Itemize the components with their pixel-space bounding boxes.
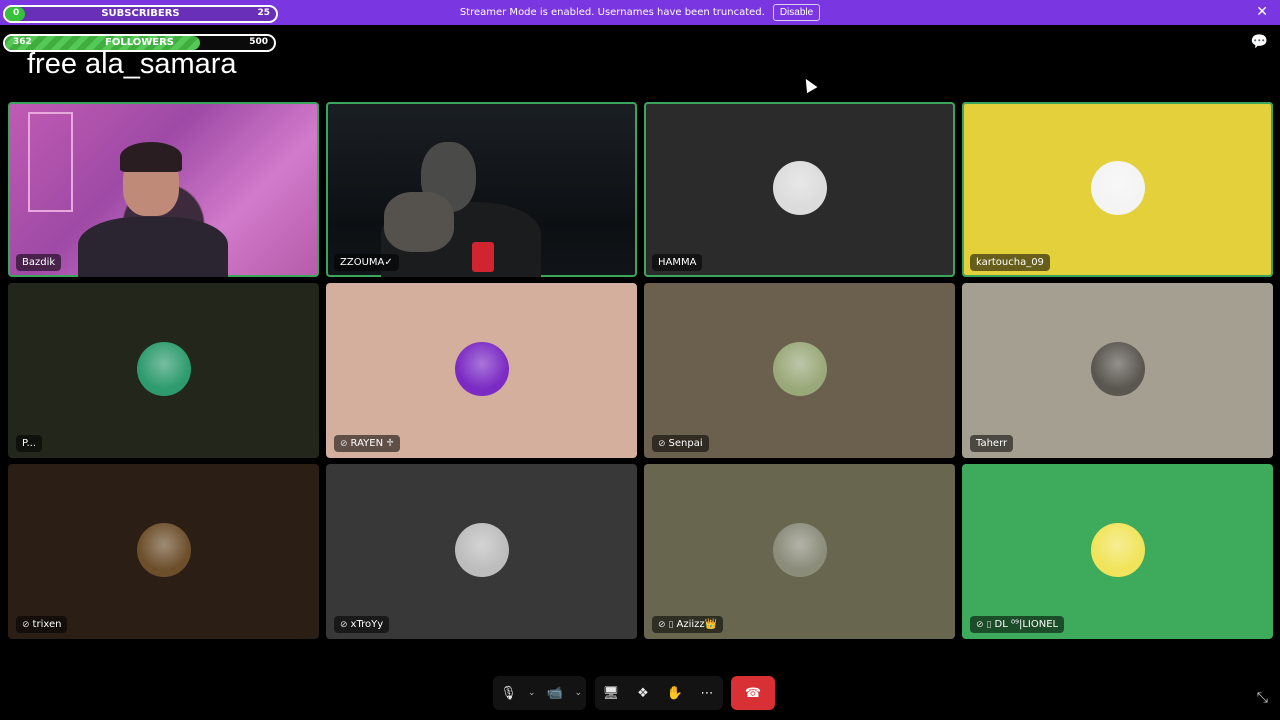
screen-share-icon[interactable]: 🖥 xyxy=(595,676,627,710)
participant-grid: Bazdik ZZOUMA✓ HAMMA kartoucha_09 P... ⊘ RAY… xyxy=(8,102,1274,639)
subscribers-label: SUBSCRIBERS xyxy=(101,8,180,19)
avatar xyxy=(454,341,509,396)
participant-name: Senpai xyxy=(668,438,703,449)
chat-icon[interactable]: 💬 xyxy=(1251,34,1268,50)
participant-name-tag: ⊘ trixen xyxy=(16,616,68,633)
participant-tile-zzouma[interactable]: ZZOUMA✓ xyxy=(326,102,637,277)
participant-tile[interactable]: Taherr xyxy=(962,283,1273,458)
participant-name: ZZOUMA✓ xyxy=(334,254,399,271)
person-hair xyxy=(120,142,182,172)
soundboard-icon[interactable]: ✋ xyxy=(659,676,691,710)
participant-tile[interactable]: ⊘ xTroYy xyxy=(326,464,637,639)
participant-tile[interactable]: P... xyxy=(8,283,319,458)
participant-tile[interactable]: kartoucha_09 xyxy=(962,102,1273,277)
muted-icon: ⊘ xyxy=(340,439,348,449)
participant-name: Bazdik xyxy=(16,254,62,271)
participant-name: kartoucha_09 xyxy=(976,257,1044,268)
participant-name: trixen xyxy=(32,619,62,630)
mouse-cursor-icon xyxy=(800,75,818,94)
phone-hangup-icon: ☎ xyxy=(744,685,762,701)
participant-name-tag: ⊘ ▯ Aziizz👑 xyxy=(652,616,724,633)
close-icon[interactable]: ✕ xyxy=(1256,4,1268,20)
avatar xyxy=(1090,522,1145,577)
more-options-icon[interactable]: ⋯ xyxy=(691,676,723,710)
participant-name-tag: ⊘ xTroYy xyxy=(334,616,390,633)
subscribers-goal-bar: 0 SUBSCRIBERS 25 xyxy=(3,5,278,23)
participant-tile[interactable]: ⊘ ▯ Aziizz👑 xyxy=(644,464,955,639)
activities-icon[interactable]: ❖ xyxy=(627,676,659,710)
participant-name-tag: HAMMA xyxy=(652,254,703,271)
followers-goal: 500 xyxy=(249,37,268,47)
muted-icon: ⊘ xyxy=(658,620,666,630)
participant-name: Aziizz👑 xyxy=(676,619,718,630)
participant-name: HAMMA xyxy=(658,257,697,268)
participant-name: Taherr xyxy=(976,438,1008,449)
followers-label: FOLLOWERS xyxy=(105,37,174,48)
person-body xyxy=(78,217,228,277)
muted-icon: ⊘ xyxy=(658,439,666,449)
voice-controls-group: 🎙 ⌄ 📹 ⌄ xyxy=(493,676,586,710)
stream-title-text: free ala_samara xyxy=(27,48,237,80)
avatar xyxy=(772,522,827,577)
end-call-button[interactable]: ☎ xyxy=(731,676,775,710)
mic-options-chevron-icon[interactable]: ⌄ xyxy=(524,676,540,710)
camera-options-chevron-icon[interactable]: ⌄ xyxy=(571,676,587,710)
muted-icon: ⊘ xyxy=(22,620,30,630)
participant-name-tag: ⊘ Senpai xyxy=(652,435,709,452)
participant-name: DL ⁰⁹|LIONEL xyxy=(994,619,1059,630)
participant-tile[interactable]: ⊘ Senpai xyxy=(644,283,955,458)
participant-name-tag: P... xyxy=(16,435,43,452)
participant-name: P... xyxy=(22,438,37,449)
avatar xyxy=(772,341,827,396)
participant-tile[interactable]: ⊘ RAYEN ♱ xyxy=(326,283,637,458)
streamer-mode-message: Streamer Mode is enabled. Usernames have… xyxy=(459,7,765,18)
avatar xyxy=(772,160,827,215)
participant-tile[interactable]: ⊘ trixen xyxy=(8,464,319,639)
avatar xyxy=(454,522,509,577)
muted-icon: ⊘ xyxy=(340,620,348,630)
participant-tile-bazdik[interactable]: Bazdik xyxy=(8,102,319,277)
microphone-icon[interactable]: 🎙 xyxy=(493,676,524,710)
call-actions-group: 🖥 ❖ ✋ ⋯ xyxy=(595,676,723,710)
participant-name-tag: ⊘ ▯ DL ⁰⁹|LIONEL xyxy=(970,616,1065,633)
energy-drink-can xyxy=(472,242,494,272)
mobile-phone-icon: ▯ xyxy=(668,620,674,630)
participant-name: RAYEN ♱ xyxy=(350,438,394,449)
subscribers-goal: 25 xyxy=(257,8,270,18)
mobile-phone-icon: ▯ xyxy=(986,620,992,630)
person-hand xyxy=(384,192,454,252)
participant-name-tag: kartoucha_09 xyxy=(970,254,1050,271)
participant-tile[interactable]: HAMMA xyxy=(644,102,955,277)
participant-name-tag: ⊘ RAYEN ♱ xyxy=(334,435,400,452)
avatar xyxy=(1090,341,1145,396)
disable-streamer-mode-button[interactable]: Disable xyxy=(772,4,821,21)
participant-name: xTroYy xyxy=(350,619,384,630)
avatar xyxy=(1090,160,1145,215)
background-door xyxy=(28,112,73,212)
avatar xyxy=(136,341,191,396)
fullscreen-icon[interactable]: ⤡ xyxy=(1257,690,1268,706)
participant-tile[interactable]: ⊘ ▯ DL ⁰⁹|LIONEL xyxy=(962,464,1273,639)
muted-icon: ⊘ xyxy=(976,620,984,630)
participant-name-tag: Taherr xyxy=(970,435,1014,452)
avatar xyxy=(136,522,191,577)
camera-icon[interactable]: 📹 xyxy=(540,676,571,710)
